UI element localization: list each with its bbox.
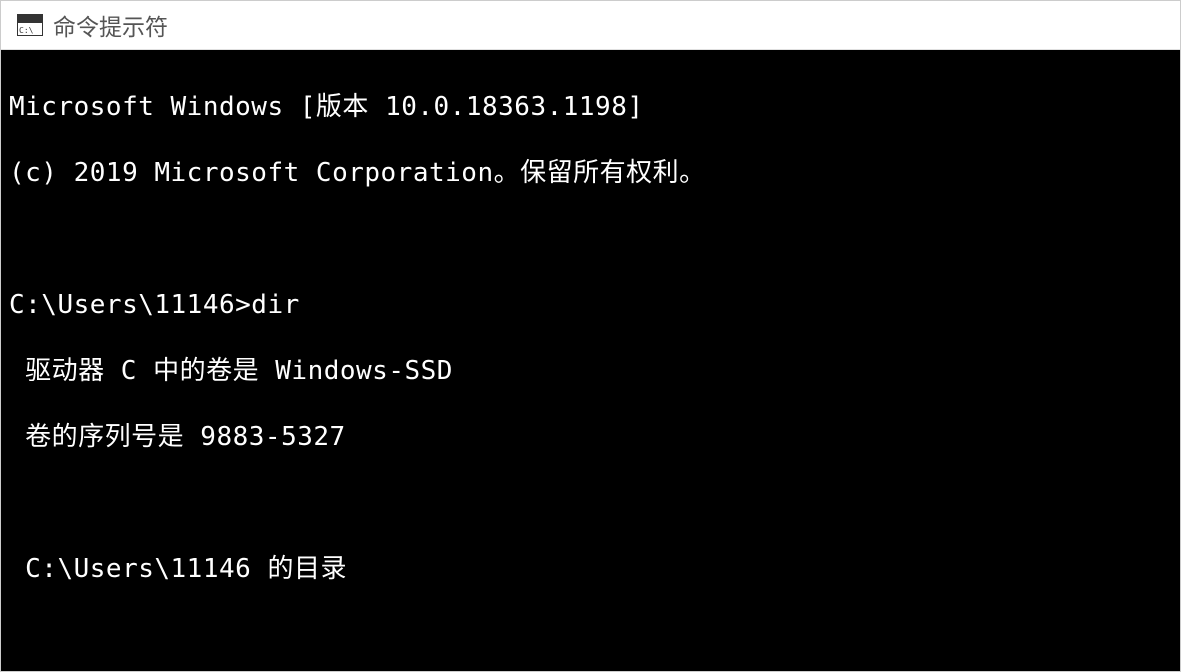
blank-line (9, 487, 1172, 520)
dir-of-line: C:\Users\11146 的目录 (9, 553, 1172, 586)
prompt-line: C:\Users\11146>dir (9, 289, 1172, 322)
serial-line: 卷的序列号是 9883-5327 (9, 421, 1172, 454)
window-title: 命令提示符 (53, 8, 168, 42)
cmd-icon (17, 14, 43, 36)
title-bar[interactable]: 命令提示符 (1, 1, 1180, 50)
blank-line (9, 619, 1172, 652)
header-line-2: (c) 2019 Microsoft Corporation。保留所有权利。 (9, 157, 1172, 190)
terminal-output[interactable]: Microsoft Windows [版本 10.0.18363.1198] (… (1, 50, 1180, 671)
header-line-1: Microsoft Windows [版本 10.0.18363.1198] (9, 91, 1172, 124)
volume-line: 驱动器 C 中的卷是 Windows-SSD (9, 355, 1172, 388)
blank-line (9, 223, 1172, 256)
